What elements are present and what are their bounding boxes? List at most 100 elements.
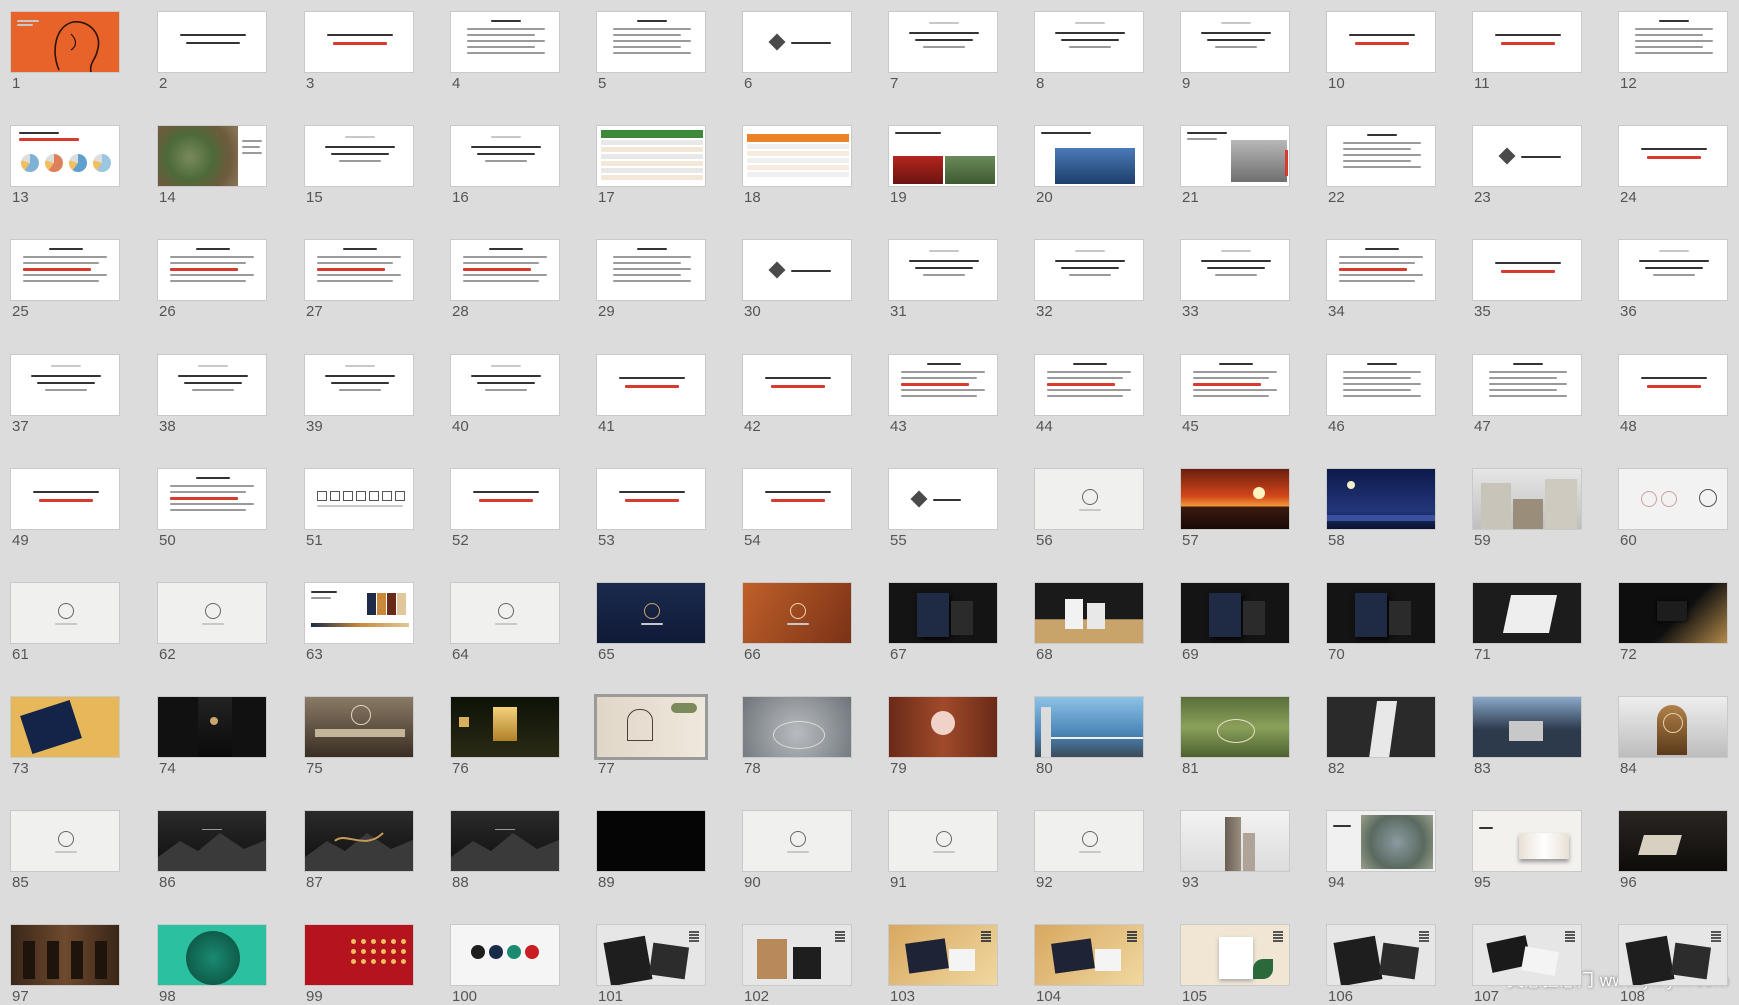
slide-thumbnail-cell[interactable]: 104 [1034,924,1146,1005]
slide-thumbnail-cell[interactable]: 58 [1326,468,1438,572]
slide-thumbnail[interactable] [888,239,998,301]
slide-thumbnail-cell[interactable]: 73 [10,696,122,800]
slide-thumbnail-cell[interactable]: 40 [450,354,562,458]
slide-thumbnail-cell[interactable]: 72 [1618,582,1730,686]
slide-thumbnail-cell[interactable]: 20 [1034,125,1146,229]
slide-thumbnail[interactable] [1034,239,1144,301]
slide-thumbnail-cell[interactable]: 26 [157,239,269,343]
slide-thumbnail-cell[interactable]: 43 [888,354,1000,458]
slide-thumbnail-cell[interactable]: 107 [1472,924,1584,1005]
slide-thumbnail-cell[interactable]: 86 [157,810,269,914]
slide-thumbnail[interactable] [888,582,998,644]
slide-thumbnail-cell[interactable]: 52 [450,468,562,572]
slide-thumbnail-cell[interactable]: 105 [1180,924,1292,1005]
slide-thumbnail-cell[interactable]: 80 [1034,696,1146,800]
slide-thumbnail[interactable] [1618,239,1728,301]
slide-thumbnail[interactable] [742,354,852,416]
slide-thumbnail-cell[interactable]: 31 [888,239,1000,343]
slide-thumbnail[interactable] [596,924,706,986]
slide-thumbnail[interactable] [1180,239,1290,301]
slide-thumbnail[interactable] [157,125,267,187]
slide-thumbnail[interactable] [596,582,706,644]
slide-thumbnail[interactable] [304,810,414,872]
slide-thumbnail[interactable] [450,810,560,872]
slide-thumbnail-cell[interactable]: 38 [157,354,269,458]
slide-thumbnail-cell[interactable]: 93 [1180,810,1292,914]
slide-thumbnail-cell[interactable]: 46 [1326,354,1438,458]
slide-thumbnail-cell[interactable]: 76 [450,696,562,800]
slide-thumbnail-cell[interactable]: 89 [596,810,708,914]
slide-thumbnail-cell[interactable]: 37 [10,354,122,458]
slide-thumbnail-cell[interactable]: 2 [157,11,269,115]
slide-thumbnail[interactable] [742,468,852,530]
slide-thumbnail-cell[interactable]: 50 [157,468,269,572]
slide-thumbnail-cell[interactable]: 18 [742,125,854,229]
slide-thumbnail-cell[interactable]: 90 [742,810,854,914]
slide-thumbnail[interactable] [1472,354,1582,416]
slide-thumbnail[interactable] [1180,354,1290,416]
slide-thumbnail-cell[interactable]: 45 [1180,354,1292,458]
slide-thumbnail[interactable] [1618,468,1728,530]
slide-thumbnail-cell[interactable]: 10 [1326,11,1438,115]
slide-thumbnail[interactable] [1472,125,1582,187]
slide-thumbnail[interactable] [157,354,267,416]
slide-thumbnail-cell[interactable]: 84 [1618,696,1730,800]
slide-thumbnail-cell[interactable]: 77 [594,694,708,800]
slide-thumbnail-cell[interactable]: 3 [304,11,416,115]
slide-thumbnail[interactable] [1472,239,1582,301]
slide-thumbnail[interactable] [450,11,560,73]
slide-thumbnail[interactable] [742,924,852,986]
slide-thumbnail[interactable] [157,924,267,986]
slide-thumbnail[interactable] [1472,810,1582,872]
slide-thumbnail[interactable] [596,810,706,872]
slide-thumbnail-cell[interactable]: 15 [304,125,416,229]
slide-thumbnail-cell[interactable]: 65 [596,582,708,686]
slide-thumbnail-cell[interactable]: 16 [450,125,562,229]
slide-thumbnail-cell[interactable]: 99 [304,924,416,1005]
slide-thumbnail[interactable] [10,696,120,758]
slide-thumbnail-cell[interactable]: 78 [742,696,854,800]
slide-thumbnail[interactable] [1326,810,1436,872]
slide-thumbnail[interactable] [1180,582,1290,644]
slide-thumbnail[interactable] [594,694,708,760]
slide-thumbnail[interactable] [1180,696,1290,758]
slide-thumbnail[interactable] [10,810,120,872]
slide-thumbnail-cell[interactable]: 94 [1326,810,1438,914]
slide-thumbnail[interactable] [10,239,120,301]
slide-thumbnail[interactable] [596,468,706,530]
slide-thumbnail[interactable] [450,582,560,644]
slide-thumbnail-cell[interactable]: 41 [596,354,708,458]
slide-thumbnail[interactable] [157,239,267,301]
slide-thumbnail-cell[interactable]: 83 [1472,696,1584,800]
slide-thumbnail-cell[interactable]: 51 [304,468,416,572]
slide-thumbnail-cell[interactable]: 36 [1618,239,1730,343]
slide-thumbnail[interactable] [888,810,998,872]
slide-thumbnail[interactable] [1618,696,1728,758]
slide-thumbnail[interactable] [596,125,706,187]
slide-thumbnail-cell[interactable]: 34 [1326,239,1438,343]
slide-thumbnail-cell[interactable]: 71 [1472,582,1584,686]
slide-thumbnail[interactable] [1034,125,1144,187]
slide-thumbnail-cell[interactable]: 74 [157,696,269,800]
slide-thumbnail-cell[interactable]: 98 [157,924,269,1005]
slide-thumbnail-cell[interactable]: 69 [1180,582,1292,686]
slide-thumbnail[interactable] [10,11,120,73]
slide-thumbnail-cell[interactable]: 9 [1180,11,1292,115]
slide-thumbnail[interactable] [304,468,414,530]
slide-thumbnail[interactable] [596,11,706,73]
slide-thumbnail[interactable] [1472,468,1582,530]
slide-thumbnail-cell[interactable]: 49 [10,468,122,572]
slide-thumbnail[interactable] [742,810,852,872]
slide-thumbnail[interactable] [1034,468,1144,530]
slide-thumbnail-cell[interactable]: 19 [888,125,1000,229]
slide-thumbnail[interactable] [304,582,414,644]
slide-thumbnail-cell[interactable]: 32 [1034,239,1146,343]
slide-thumbnail[interactable] [1472,11,1582,73]
slide-thumbnail-cell[interactable]: 57 [1180,468,1292,572]
slide-thumbnail[interactable] [1180,810,1290,872]
slide-thumbnail-cell[interactable]: 88 [450,810,562,914]
slide-thumbnail-cell[interactable]: 56 [1034,468,1146,572]
slide-thumbnail[interactable] [742,582,852,644]
slide-thumbnail[interactable] [450,696,560,758]
slide-thumbnail-cell[interactable]: 11 [1472,11,1584,115]
